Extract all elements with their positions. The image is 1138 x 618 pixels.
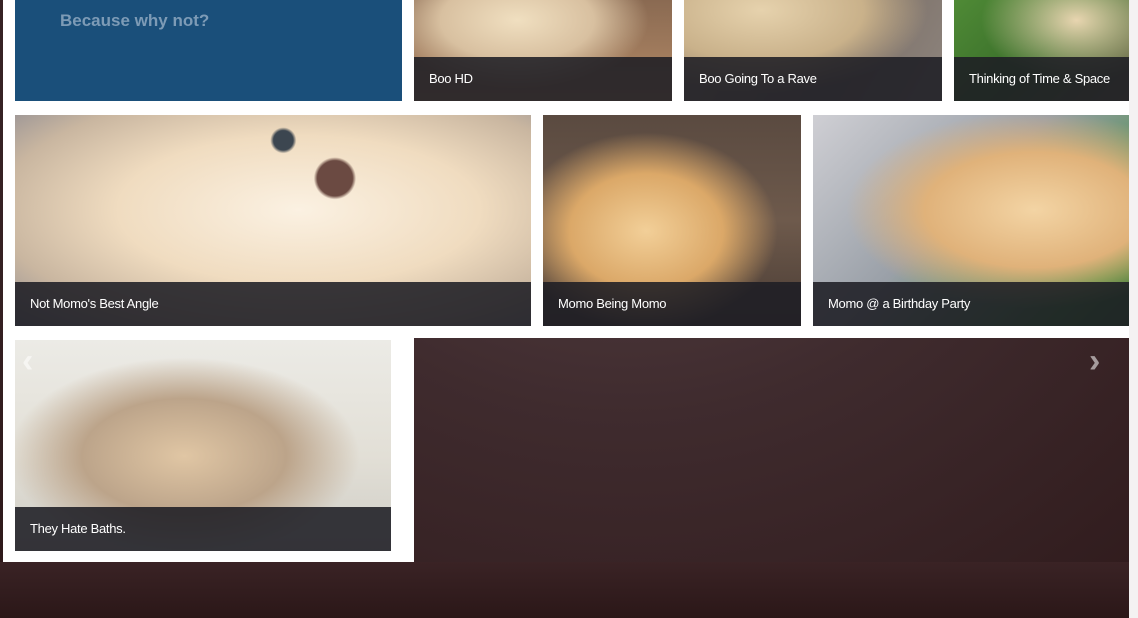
tile-caption: Boo HD [414,57,672,101]
tile-caption: Thinking of Time & Space [954,57,1129,101]
page-background-strip [0,562,1129,618]
tile-caption: They Hate Baths. [15,507,391,551]
tile-caption: Momo @ a Birthday Party [813,282,1129,326]
intro-panel: Because why not? [15,0,402,101]
chevron-left-icon[interactable]: ‹ [22,344,33,378]
intro-tagline: Because why not? [60,11,210,30]
gallery-tile-momo-being-momo[interactable]: Momo Being Momo [543,115,801,326]
scrollbar-track[interactable] [1129,0,1138,618]
gallery-tile-momo-birthday[interactable]: Momo @ a Birthday Party [813,115,1129,326]
gallery-tile-boo-rave[interactable]: Boo Going To a Rave [684,0,942,101]
tile-caption: Not Momo's Best Angle [15,282,531,326]
tile-caption: Momo Being Momo [543,282,801,326]
chevron-right-icon[interactable]: › [1089,344,1100,378]
tile-caption: Boo Going To a Rave [684,57,942,101]
gallery-tile-hate-baths[interactable]: They Hate Baths. [15,340,391,551]
gallery-tile-boo-hd[interactable]: Boo HD [414,0,672,101]
gallery-tile-momo-best-angle[interactable]: Not Momo's Best Angle [15,115,531,326]
gallery-tile-time-space[interactable]: Thinking of Time & Space [954,0,1129,101]
